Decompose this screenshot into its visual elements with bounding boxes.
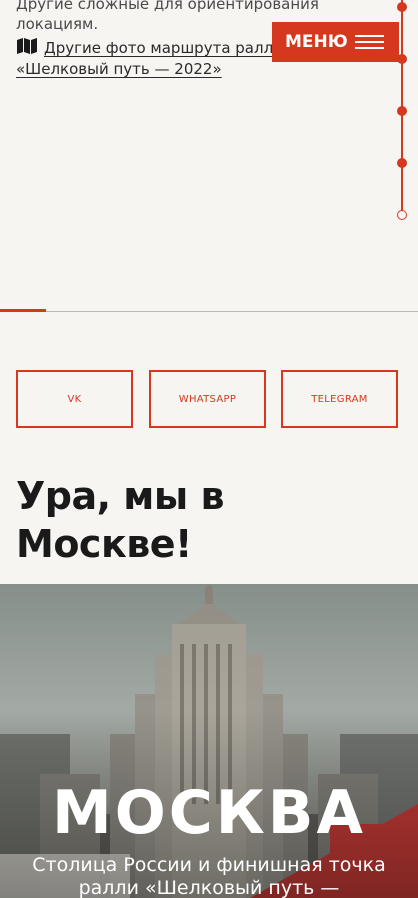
share-whatsapp-button[interactable]: WHATSAPP	[149, 370, 266, 428]
timeline-dot-current[interactable]	[397, 210, 407, 220]
timeline-dot[interactable]	[397, 2, 407, 12]
hero-title: МОСКВА	[52, 778, 366, 848]
timeline-dot[interactable]	[397, 54, 407, 64]
hamburger-icon	[355, 35, 384, 49]
menu-button-label: МЕНЮ	[285, 32, 348, 52]
reading-progress-fill	[0, 309, 46, 312]
chapter-timeline	[396, 0, 408, 220]
timeline-dot[interactable]	[397, 106, 407, 116]
section-heading: Ура, мы в Москве!	[16, 474, 225, 566]
hero-overlay	[0, 584, 418, 898]
share-telegram-button[interactable]: TELEGRAM	[281, 370, 398, 428]
hero-subtitle: Столица России и финишная точка ралли «Ш…	[32, 854, 386, 898]
share-buttons: VK WHATSAPP TELEGRAM	[16, 370, 398, 428]
menu-button[interactable]: МЕНЮ	[272, 22, 399, 62]
reading-progress-track	[0, 311, 418, 312]
hero-image: МОСКВА Столица России и финишная точка р…	[0, 584, 418, 898]
map-icon	[16, 38, 38, 54]
timeline-dot[interactable]	[397, 158, 407, 168]
share-vk-button[interactable]: VK	[16, 370, 133, 428]
